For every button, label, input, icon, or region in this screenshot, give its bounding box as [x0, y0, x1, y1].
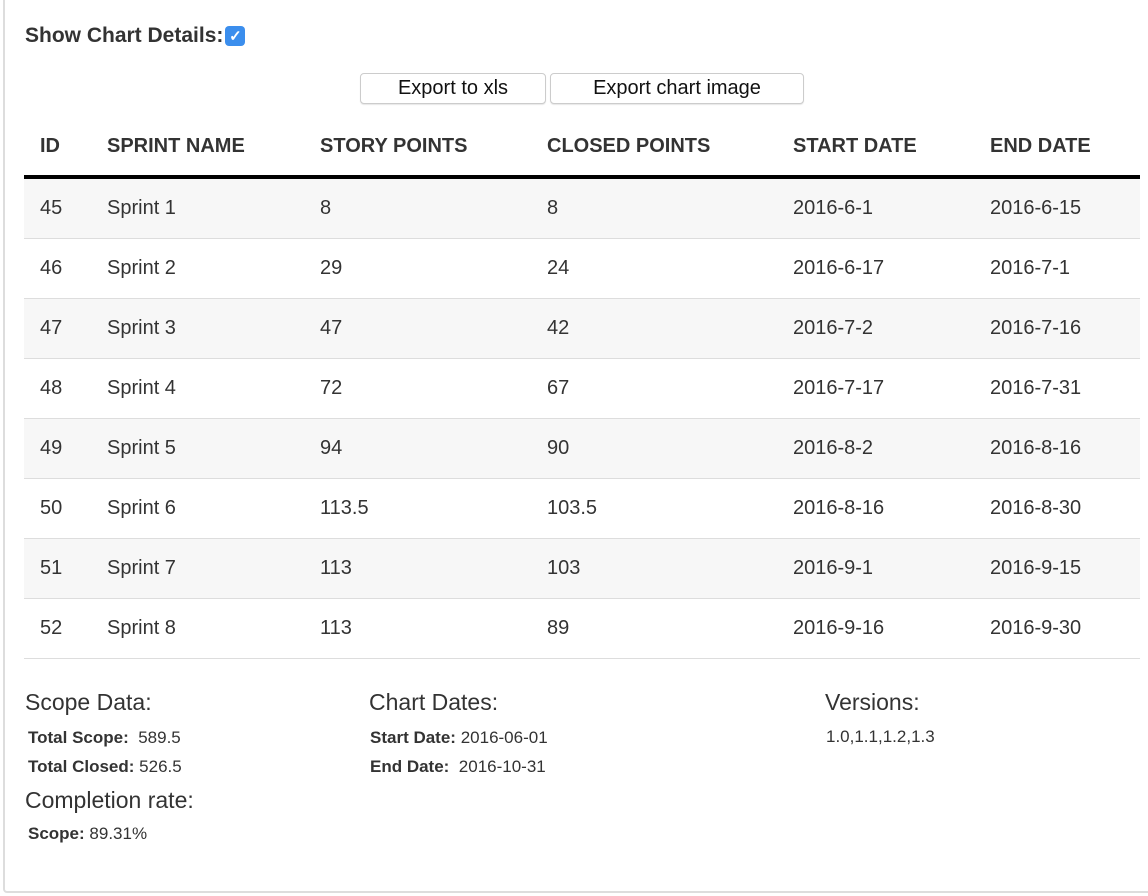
table-row: 49 Sprint 5 94 90 2016-8-2 2016-8-16: [24, 418, 1140, 479]
cell-closed-points: 42: [547, 298, 793, 359]
cell-id: 49: [24, 418, 107, 479]
versions-title: Versions:: [825, 689, 920, 715]
cell-closed-points: 103: [547, 538, 793, 599]
cell-start-date: 2016-8-2: [793, 418, 990, 479]
completion-rate-title: Completion rate:: [25, 787, 194, 813]
cell-id: 47: [24, 298, 107, 359]
completion-scope-label: Scope:: [28, 824, 85, 843]
cell-start-date: 2016-6-1: [793, 177, 990, 239]
show-chart-details: Show Chart Details: ✓: [25, 24, 246, 48]
cell-start-date: 2016-8-16: [793, 478, 990, 539]
completion-scope-value: 89.31%: [89, 824, 148, 843]
end-date: End Date: 2016-10-31: [370, 757, 546, 777]
cell-sprint-name: Sprint 5: [107, 418, 320, 479]
sprint-table: ID SPRINT NAME STORY POINTS CLOSED POINTS ST…: [24, 117, 1140, 659]
cell-start-date: 2016-9-16: [793, 598, 990, 659]
cell-start-date: 2016-7-17: [793, 358, 990, 419]
column-header-closed-points[interactable]: CLOSED POINTS: [547, 117, 793, 179]
completion-scope: Scope: 89.31%: [28, 824, 147, 844]
column-header-end-date[interactable]: END DATE: [990, 117, 1140, 179]
table-row: 52 Sprint 8 113 89 2016-9-16 2016-9-30: [24, 598, 1140, 659]
check-icon: ✓: [229, 28, 242, 45]
scope-data-title: Scope Data:: [25, 689, 152, 715]
cell-story-points: 47: [320, 298, 547, 359]
show-chart-details-checkbox[interactable]: ✓: [225, 26, 246, 46]
cell-end-date: 2016-6-15: [990, 177, 1140, 239]
cell-id: 51: [24, 538, 107, 599]
cell-end-date: 2016-7-16: [990, 298, 1140, 359]
cell-sprint-name: Sprint 6: [107, 478, 320, 539]
cell-end-date: 2016-8-30: [990, 478, 1140, 539]
cell-sprint-name: Sprint 3: [107, 298, 320, 359]
cell-sprint-name: Sprint 1: [107, 177, 320, 239]
versions-value: 1.0,1.1,1.2,1.3: [826, 727, 935, 746]
cell-sprint-name: Sprint 7: [107, 538, 320, 599]
table-row: 47 Sprint 3 47 42 2016-7-2 2016-7-16: [24, 298, 1140, 359]
total-closed-value: 526.5: [139, 757, 182, 776]
cell-sprint-name: Sprint 2: [107, 238, 320, 299]
export-xls-button[interactable]: Export to xls: [360, 73, 546, 104]
cell-closed-points: 103.5: [547, 478, 793, 539]
end-date-value: 2016-10-31: [458, 757, 546, 776]
start-date: Start Date: 2016-06-01: [370, 728, 548, 748]
table-row: 51 Sprint 7 113 103 2016-9-1 2016-9-15: [24, 538, 1140, 599]
table-row: 48 Sprint 4 72 67 2016-7-17 2016-7-31: [24, 358, 1140, 419]
total-closed: Total Closed: 526.5: [28, 757, 182, 777]
end-date-label: End Date:: [370, 757, 450, 776]
start-date-label: Start Date:: [370, 728, 456, 747]
cell-story-points: 72: [320, 358, 547, 419]
column-header-sprint-name[interactable]: SPRINT NAME: [107, 117, 320, 179]
column-header-id[interactable]: ID: [24, 117, 107, 179]
cell-end-date: 2016-7-31: [990, 358, 1140, 419]
cell-id: 46: [24, 238, 107, 299]
cell-closed-points: 24: [547, 238, 793, 299]
cell-story-points: 29: [320, 238, 547, 299]
cell-story-points: 8: [320, 177, 547, 239]
cell-story-points: 113: [320, 598, 547, 659]
start-date-value: 2016-06-01: [460, 728, 548, 747]
cell-id: 48: [24, 358, 107, 419]
cell-end-date: 2016-8-16: [990, 418, 1140, 479]
cell-story-points: 113.5: [320, 478, 547, 539]
table-row: 45 Sprint 1 8 8 2016-6-1 2016-6-15: [24, 177, 1140, 239]
cell-closed-points: 89: [547, 598, 793, 659]
table-header-row: ID SPRINT NAME STORY POINTS CLOSED POINTS ST…: [24, 117, 1140, 179]
export-chart-image-button[interactable]: Export chart image: [550, 73, 804, 104]
cell-closed-points: 8: [547, 177, 793, 239]
cell-id: 50: [24, 478, 107, 539]
table-row: 50 Sprint 6 113.5 103.5 2016-8-16 2016-8-30: [24, 478, 1140, 539]
cell-start-date: 2016-9-1: [793, 538, 990, 599]
table-row: 46 Sprint 2 29 24 2016-6-17 2016-7-1: [24, 238, 1140, 299]
column-header-story-points[interactable]: STORY POINTS: [320, 117, 547, 179]
cell-id: 52: [24, 598, 107, 659]
cell-story-points: 113: [320, 538, 547, 599]
cell-end-date: 2016-9-30: [990, 598, 1140, 659]
show-chart-details-label: Show Chart Details:: [25, 24, 224, 47]
cell-closed-points: 90: [547, 418, 793, 479]
total-scope-value: 589.5: [138, 728, 181, 747]
cell-closed-points: 67: [547, 358, 793, 419]
total-scope: Total Scope: 589.5: [28, 728, 181, 748]
cell-story-points: 94: [320, 418, 547, 479]
cell-id: 45: [24, 177, 107, 239]
cell-end-date: 2016-7-1: [990, 238, 1140, 299]
cell-start-date: 2016-6-17: [793, 238, 990, 299]
total-scope-label: Total Scope:: [28, 728, 129, 747]
cell-end-date: 2016-9-15: [990, 538, 1140, 599]
column-header-start-date[interactable]: START DATE: [793, 117, 990, 179]
chart-dates-title: Chart Dates:: [369, 689, 499, 715]
cell-sprint-name: Sprint 4: [107, 358, 320, 419]
total-closed-label: Total Closed:: [28, 757, 135, 776]
cell-start-date: 2016-7-2: [793, 298, 990, 359]
cell-sprint-name: Sprint 8: [107, 598, 320, 659]
